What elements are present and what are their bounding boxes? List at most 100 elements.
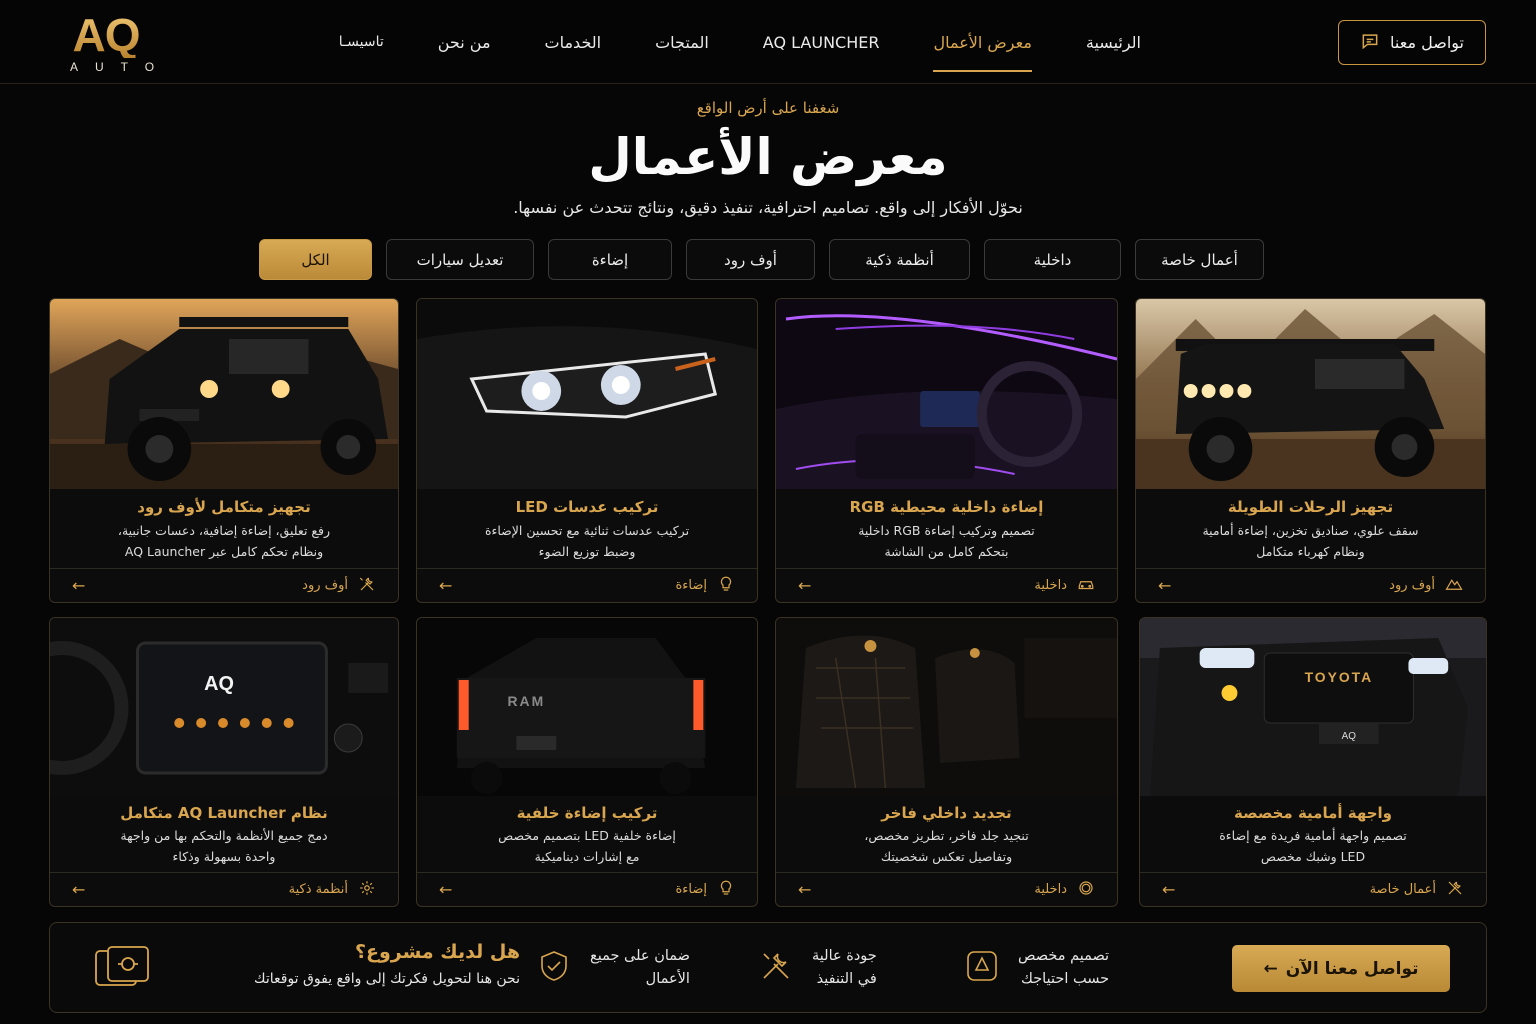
card-title: واجهة أمامية مخصصة <box>1233 804 1393 822</box>
card-description: تركيب عدسات ثنائية مع تحسين الإضاءة وضبط… <box>437 520 737 562</box>
arrow-left-icon[interactable]: ← <box>439 880 452 899</box>
tools-icon <box>758 948 794 988</box>
arrow-left-icon[interactable]: ← <box>439 576 452 595</box>
arrow-left-icon[interactable]: ← <box>72 880 85 899</box>
card-desc-line: LED وشبك مخصص <box>1260 849 1366 864</box>
wrench-icon <box>1446 879 1464 901</box>
cta-banner: تواصل معنا الآن ← تصميم مخصص حسب احتياجك… <box>49 922 1487 1013</box>
contact-now-label: تواصل معنا الآن <box>1285 958 1419 979</box>
feature-line: جودة عالية <box>812 948 877 964</box>
card-desc-line: سقف علوي، صناديق تخزين، إضاءة أمامية <box>1202 523 1419 538</box>
filter-lighting[interactable]: إضاءة <box>548 239 672 280</box>
nav-item-extra[interactable]: تاسيسـا <box>312 0 411 84</box>
card-footer: داخلية ← <box>776 872 1117 906</box>
nav-item-home[interactable]: الرئيسية <box>1059 0 1168 84</box>
brand-logo[interactable]: AQ AUTO <box>56 12 156 74</box>
logo-mark: AQ <box>56 12 156 58</box>
card-tag-label: أوف رود <box>302 578 348 593</box>
filter-modification[interactable]: تعديل سيارات <box>386 239 534 280</box>
arrow-left-icon[interactable]: ← <box>72 576 85 595</box>
portfolio-card[interactable]: تركيب عدسات LED تركيب عدسات ثنائية مع تح… <box>416 298 758 603</box>
card-desc-line: وتفاصيل تعكس شخصيتك <box>880 849 1013 864</box>
card-tag: إضاءة <box>675 879 735 901</box>
arrow-left-icon: ← <box>1263 958 1278 979</box>
card-title: نظام AQ Launcher متكامل <box>120 804 328 822</box>
logo-subtitle: AUTO <box>70 60 172 74</box>
card-desc-line: تصميم واجهة أمامية فريدة مع إضاءة <box>1219 828 1407 843</box>
site-header: AQ AUTO الرئيسية معرض الأعمال AQ LAUNCHE… <box>0 0 1536 84</box>
filter-bar: أعمال خاصة داخلية أنظمة ذكية أوف رود إضا… <box>259 239 1264 281</box>
card-description: تصميم واجهة أمامية فريدة مع إضاءة LED وش… <box>1160 825 1466 867</box>
card-desc-line: رفع تعليق، إضاءة إضافية، دعسات جانبية، <box>117 523 331 538</box>
hero-subtitle: نحوّل الأفكار إلى واقع. تصاميم احترافية،… <box>513 198 1023 217</box>
card-description: دمج جميع الأنظمة والتحكم بها من واجهة وا… <box>70 825 378 867</box>
page-title: معرض الأعمال <box>588 128 948 186</box>
grille-text: TOYOTA <box>1305 669 1374 685</box>
card-desc-line: تنجيد جلد فاخر، تطريز مخصص، <box>864 828 1029 843</box>
portfolio-card[interactable]: إضاءة داخلية محيطية RGB تصميم وتركيب إضا… <box>775 298 1118 603</box>
filter-special[interactable]: أعمال خاصة <box>1135 239 1264 280</box>
card-tag: داخلية <box>1034 879 1095 901</box>
project-icon <box>92 943 154 993</box>
card-title: تجديد داخلي فاخر <box>881 804 1012 822</box>
card-tag-label: داخلية <box>1034 882 1067 897</box>
card-tag-label: أوف رود <box>1389 578 1435 593</box>
gear-icon <box>358 879 376 901</box>
arrow-left-icon[interactable]: ← <box>1162 880 1175 899</box>
feature-custom-design: تصميم مخصص حسب احتياجك <box>964 945 1109 991</box>
card-image-offroad-suv-sunset <box>50 299 398 489</box>
card-footer: داخلية ← <box>776 568 1117 602</box>
portfolio-card[interactable]: تجديد داخلي فاخر تنجيد جلد فاخر، تطريز م… <box>775 617 1118 907</box>
card-image-offroad-suv-desert <box>1136 299 1485 489</box>
card-tag-label: إضاءة <box>675 882 707 897</box>
card-image-purple-ambient-interior <box>776 299 1117 489</box>
card-footer: إضاءة ← <box>417 872 757 906</box>
contact-button[interactable]: تواصل معنا <box>1338 20 1486 65</box>
arrow-left-icon[interactable]: ← <box>798 880 811 899</box>
arrow-left-icon[interactable]: ← <box>798 576 811 595</box>
arrow-left-icon[interactable]: ← <box>1158 576 1171 595</box>
portfolio-card[interactable]: تجهيز متكامل لأوف رود رفع تعليق، إضاءة إ… <box>49 298 399 603</box>
plate-text: AQ <box>1342 731 1357 742</box>
card-description: تنجيد جلد فاخر، تطريز مخصص، وتفاصيل تعكس… <box>796 825 1097 867</box>
bulb-icon <box>717 879 735 901</box>
portfolio-card[interactable]: تجهيز الرحلات الطويلة سقف علوي، صناديق ت… <box>1135 298 1486 603</box>
car-icon <box>1077 575 1095 597</box>
nav-item-launcher[interactable]: AQ LAUNCHER <box>736 0 907 84</box>
nav-item-portfolio[interactable]: معرض الأعمال <box>906 0 1058 84</box>
card-image-ram-truck-rear: RAM <box>417 618 757 796</box>
card-description: سقف علوي، صناديق تخزين، إضاءة أمامية ونظ… <box>1156 520 1465 562</box>
nav-item-services[interactable]: الخدمات <box>518 0 629 84</box>
card-tag: أوف رود <box>302 575 376 597</box>
card-footer: أنظمة ذكية ← <box>50 872 398 906</box>
feature-warranty: ضمان على جميع الأعمال <box>536 945 690 991</box>
nav-item-about[interactable]: من نحن <box>411 0 518 84</box>
chat-icon <box>1360 31 1380 55</box>
filter-interior[interactable]: داخلية <box>984 239 1121 280</box>
card-footer: أوف رود ← <box>1136 568 1485 602</box>
card-title: تجهيز متكامل لأوف رود <box>137 498 311 516</box>
card-tag: أنظمة ذكية <box>289 879 376 901</box>
nav-item-products[interactable]: المتجات <box>628 0 736 84</box>
feature-line: ضمان على جميع <box>590 948 690 964</box>
portfolio-card[interactable]: RAM تركيب إضاءة خلفية إضاءة خلفية LED بت… <box>416 617 758 907</box>
card-tag: داخلية <box>1034 575 1095 597</box>
card-description: رفع تعليق، إضاءة إضافية، دعسات جانبية، و… <box>70 520 378 562</box>
card-desc-line: ونظام تحكم كامل عبر AQ Launcher <box>124 544 324 559</box>
portfolio-card[interactable]: AQ نظام AQ Launcher متكامل دمج جميع الأن… <box>49 617 399 907</box>
mountain-icon <box>1445 575 1463 597</box>
cta-question-sub: نحن هنا لتحويل فكرتك إلى واقع يفوق توقعا… <box>254 971 520 987</box>
card-footer: أوف رود ← <box>50 568 398 602</box>
card-desc-line: واحدة بسهولة وذكاء <box>172 849 276 864</box>
design-icon <box>964 948 1000 988</box>
filter-all[interactable]: الكل <box>259 239 372 280</box>
filter-offroad[interactable]: أوف رود <box>686 239 815 280</box>
card-footer: إضاءة ← <box>417 568 757 602</box>
hero-eyebrow: شغفنا على أرض الواقع <box>696 99 840 117</box>
portfolio-card[interactable]: TOYOTA AQ واجهة أمامية مخصصة تصميم واجهة… <box>1139 617 1487 907</box>
card-title: تركيب إضاءة خلفية <box>516 804 658 822</box>
filter-smart[interactable]: أنظمة ذكية <box>829 239 970 280</box>
feature-line: تصميم مخصص <box>1018 948 1110 964</box>
contact-now-button[interactable]: تواصل معنا الآن ← <box>1232 945 1450 992</box>
card-image-toyota-front-grille: TOYOTA AQ <box>1140 618 1486 796</box>
